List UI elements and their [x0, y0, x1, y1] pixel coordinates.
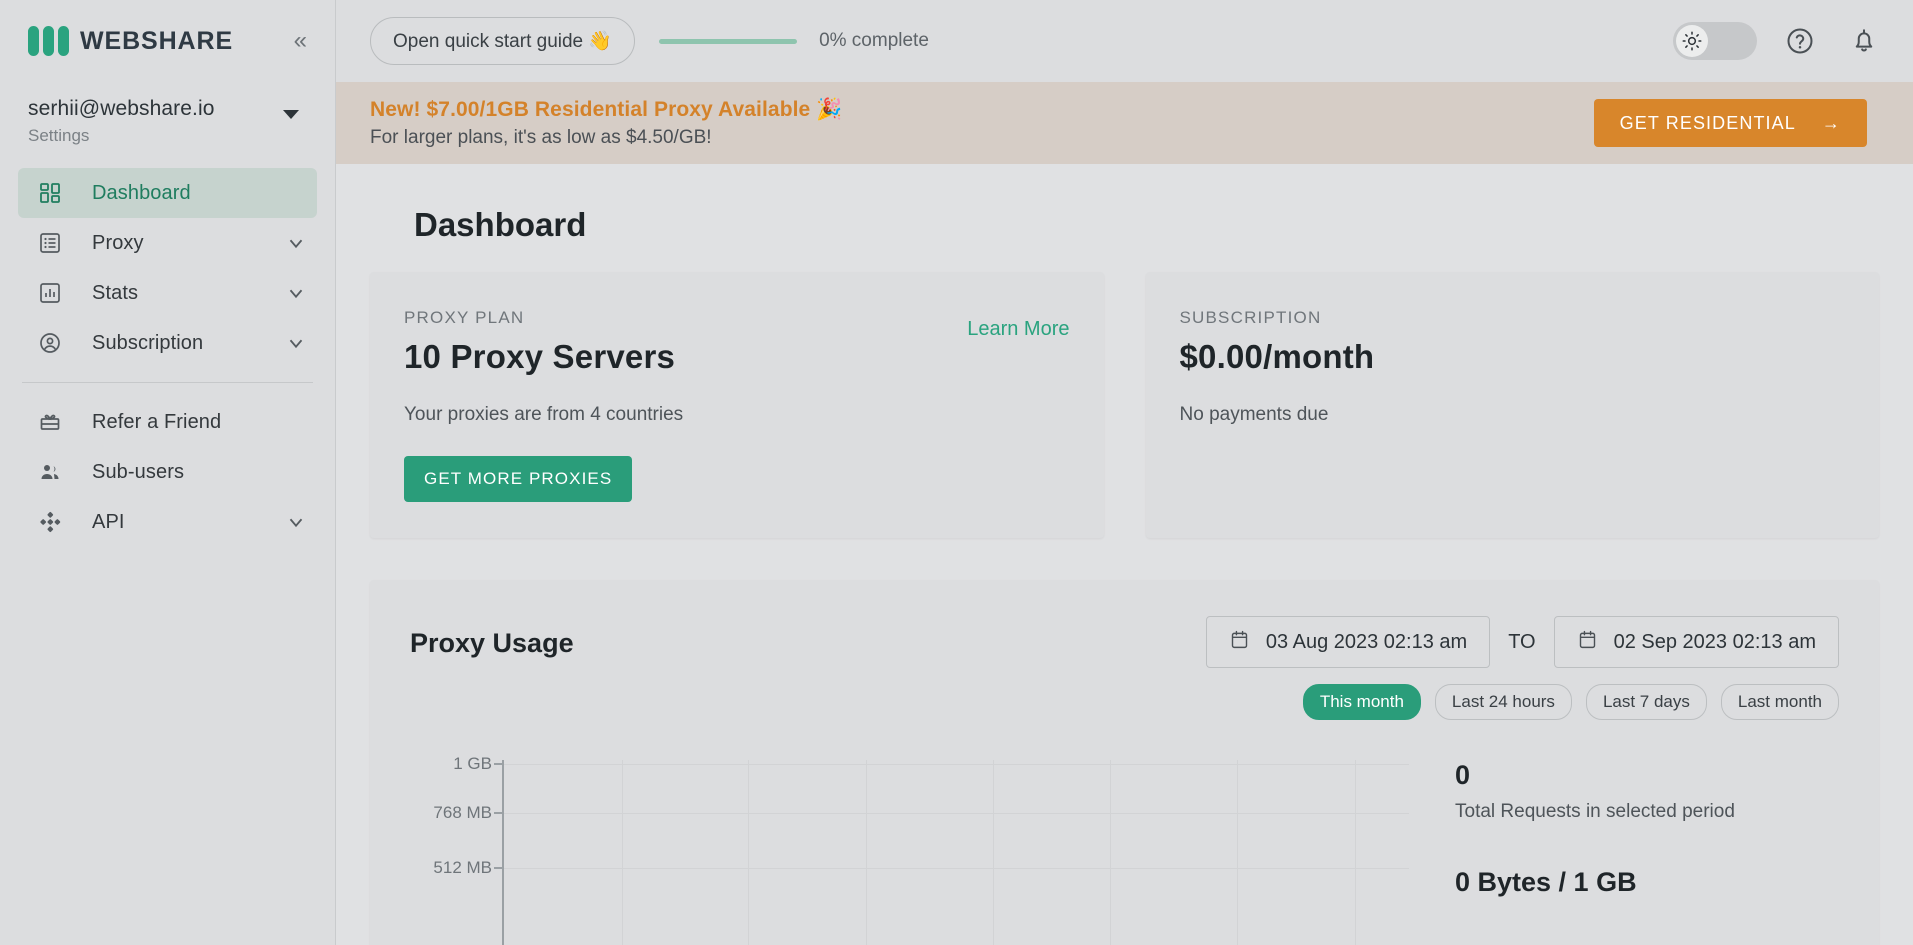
calendar-icon: [1229, 629, 1250, 656]
subscription-note: No payments due: [1179, 404, 1329, 425]
date-from-field[interactable]: 03 Aug 2023 02:13 am: [1205, 616, 1491, 668]
chevron-down-icon[interactable]: [283, 110, 299, 119]
sidebar-item-label: Subscription: [92, 331, 204, 354]
top-bar-actions: [1673, 20, 1885, 62]
proxy-usage-title: Proxy Usage: [410, 628, 574, 658]
chevron-down-icon[interactable]: [285, 332, 307, 354]
light-mode-toggle[interactable]: [1673, 22, 1757, 60]
onboarding-progress-label: 0% complete: [819, 30, 929, 51]
subscription-eyebrow: SUBSCRIPTION: [1179, 308, 1322, 327]
total-requests-stat: 0 Total Requests in selected period: [1455, 760, 1839, 823]
people-icon: [36, 460, 64, 484]
promo-banner-title: New! $7.00/1GB Residential Proxy Availab…: [370, 97, 843, 121]
total-requests-label: Total Requests in selected period: [1455, 801, 1735, 822]
sidebar-item-label: API: [92, 510, 125, 533]
webshare-logo-icon: [28, 26, 69, 56]
arrow-right-icon: →: [1821, 112, 1841, 133]
date-preset-chips: This month Last 24 hours Last 7 days Las…: [1302, 684, 1839, 720]
api-diamond-icon: [36, 510, 64, 534]
proxy-plan-card: PROXY PLAN 10 Proxy Servers Learn More Y…: [370, 272, 1104, 538]
sidebar-item-dashboard[interactable]: Dashboard: [18, 168, 317, 219]
account-menu[interactable]: serhii@webshare.io Settings: [0, 82, 335, 154]
total-bandwidth-value: 0 Bytes / 1 GB: [1455, 867, 1637, 897]
learn-more-link[interactable]: Learn More: [967, 308, 1069, 341]
promo-banner: New! $7.00/1GB Residential Proxy Availab…: [336, 82, 1913, 164]
total-requests-value: 0: [1455, 760, 1471, 790]
gift-icon: [36, 410, 64, 434]
proxy-plan-note: Your proxies are from 4 countries: [404, 404, 684, 425]
sidebar-item-label: Sub-users: [92, 460, 185, 483]
sidebar-item-stats[interactable]: Stats: [18, 268, 317, 318]
usage-chart-row: 1 GB 768 MB 512 MB 0 Total Requests in s…: [410, 754, 1839, 945]
chevron-down-icon[interactable]: [285, 282, 307, 304]
chevron-down-icon[interactable]: [285, 232, 307, 254]
date-range-to-label: TO: [1508, 630, 1536, 653]
help-circle-icon[interactable]: [1779, 20, 1821, 62]
chart-y-axis: 1 GB 768 MB 512 MB: [410, 754, 502, 945]
sidebar-item-sub-users[interactable]: Sub-users: [18, 447, 317, 497]
proxy-plan-value: 10 Proxy Servers: [404, 338, 676, 375]
sidebar-item-refer-a-friend[interactable]: Refer a Friend: [18, 397, 317, 447]
brand-name: WEBSHARE: [80, 26, 234, 55]
y-axis-tick: 512 MB: [433, 858, 492, 877]
account-settings-link[interactable]: Settings: [28, 126, 283, 146]
subscription-card: SUBSCRIPTION $0.00/month No payments due: [1145, 272, 1879, 538]
subscription-value: $0.00/month: [1179, 338, 1375, 375]
sidebar-item-api[interactable]: API: [18, 497, 317, 547]
account-email: serhii@webshare.io: [28, 97, 215, 120]
sidebar-item-label: Dashboard: [92, 181, 191, 204]
open-quick-start-guide-button[interactable]: Open quick start guide 👋: [370, 17, 636, 65]
date-range-controls: 03 Aug 2023 02:13 am TO 02 Sep 2023 02:1…: [1205, 616, 1839, 720]
page-title: Dashboard: [414, 206, 587, 243]
usage-stats-column: 0 Total Requests in selected period 0 By…: [1409, 760, 1839, 945]
get-more-proxies-button[interactable]: GET MORE PROXIES: [404, 456, 633, 502]
proxy-plan-eyebrow: PROXY PLAN: [404, 308, 525, 327]
content-scroll: Dashboard PROXY PLAN 10 Proxy Servers Le…: [336, 164, 1913, 945]
sidebar-item-label: Refer a Friend: [92, 410, 222, 433]
bell-icon[interactable]: [1843, 20, 1885, 62]
chart-plot-area: [494, 760, 1409, 945]
sidebar-divider: [22, 382, 313, 384]
y-axis-tick: 768 MB: [433, 803, 492, 822]
summary-cards: PROXY PLAN 10 Proxy Servers Learn More Y…: [370, 272, 1879, 538]
list-icon: [36, 231, 64, 255]
chip-last-24-hours[interactable]: Last 24 hours: [1434, 684, 1572, 720]
y-axis-tick: 1 GB: [453, 754, 492, 773]
date-to-value: 02 Sep 2023 02:13 am: [1613, 630, 1816, 653]
calendar-icon: [1577, 629, 1598, 656]
sidebar-nav: Dashboard Proxy Stats Subscription Refer…: [0, 168, 335, 547]
app-root: WEBSHARE « serhii@webshare.io Settings D…: [0, 0, 1913, 945]
usage-chart: 1 GB 768 MB 512 MB: [410, 754, 1409, 945]
chevron-down-icon[interactable]: [285, 511, 307, 533]
bar-chart-icon: [36, 281, 64, 305]
brand-row: WEBSHARE «: [0, 0, 335, 82]
chip-this-month[interactable]: This month: [1302, 684, 1421, 720]
sun-icon: [1676, 25, 1708, 57]
account-circle-icon: [36, 331, 64, 355]
sidebar: WEBSHARE « serhii@webshare.io Settings D…: [0, 0, 336, 945]
chip-last-month[interactable]: Last month: [1720, 684, 1839, 720]
sidebar-item-label: Stats: [92, 281, 139, 304]
collapse-sidebar-icon[interactable]: «: [288, 25, 313, 57]
chip-last-7-days[interactable]: Last 7 days: [1585, 684, 1707, 720]
promo-banner-subtitle: For larger plans, it's as low as $4.50/G…: [370, 126, 712, 148]
main-area: Open quick start guide 👋 0% complete New…: [336, 0, 1913, 945]
proxy-usage-card: Proxy Usage 03 Aug 2023 02:13 am TO 02 S…: [370, 580, 1879, 945]
get-residential-label: GET RESIDENTIAL: [1619, 112, 1796, 133]
top-bar: Open quick start guide 👋 0% complete: [336, 0, 1913, 82]
date-to-field[interactable]: 02 Sep 2023 02:13 am: [1553, 616, 1839, 668]
total-bandwidth-stat: 0 Bytes / 1 GB: [1455, 867, 1839, 898]
get-residential-button[interactable]: GET RESIDENTIAL →: [1593, 99, 1867, 147]
sidebar-item-label: Proxy: [92, 231, 144, 254]
sidebar-item-subscription[interactable]: Subscription: [18, 318, 317, 368]
onboarding-progress-bar: [659, 38, 798, 44]
date-from-value: 03 Aug 2023 02:13 am: [1265, 630, 1468, 653]
sidebar-item-proxy[interactable]: Proxy: [18, 218, 317, 268]
dashboard-grid-icon: [36, 181, 64, 205]
